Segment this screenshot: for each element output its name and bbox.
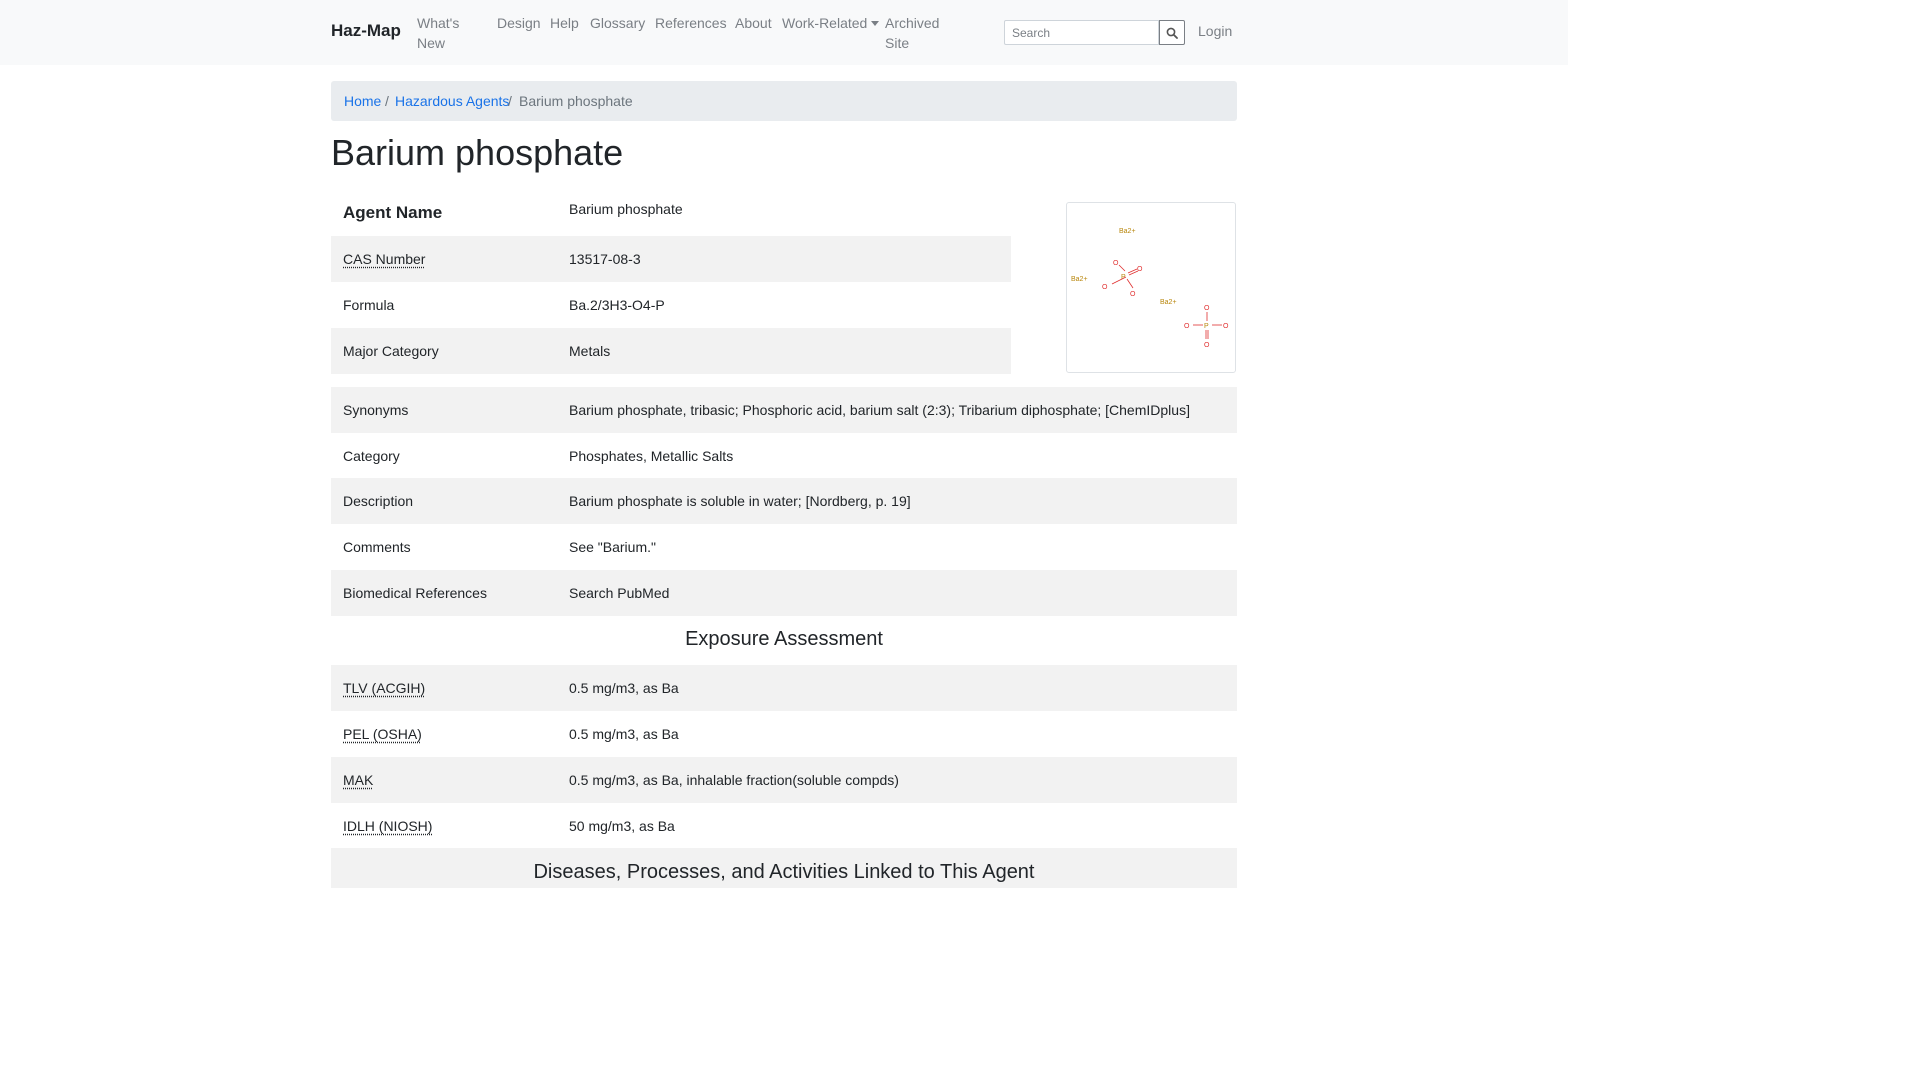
caret-down-icon: [871, 21, 880, 26]
structure-atom: O: [1137, 266, 1143, 273]
synonyms-value: Barium phosphate, tribasic; Phosphoric a…: [569, 402, 1190, 418]
breadcrumb-home[interactable]: Home: [344, 93, 381, 109]
login-link[interactable]: Login: [1198, 23, 1232, 39]
structure-atom: Ba2+: [1119, 228, 1136, 235]
structure-atom: O: [1204, 342, 1210, 349]
description-label: Description: [343, 493, 414, 509]
breadcrumb: Home / Hazardous Agents / Barium phospha…: [331, 81, 1237, 121]
nav-work-related-dropdown[interactable]: Work-Related: [782, 13, 880, 33]
nav-whats-new[interactable]: What's New: [417, 13, 477, 53]
biomedical-references-row: Biomedical References Search PubMed: [331, 570, 1237, 616]
nav-archived-site[interactable]: Archived Site: [885, 13, 945, 53]
cas-number-row: CAS Number 13517-08-3: [331, 236, 1011, 282]
structure-atom: P: [1204, 323, 1209, 330]
structure-atom: O: [1204, 305, 1210, 312]
structure-atom: O: [1130, 291, 1136, 298]
cas-number-label: CAS Number: [343, 251, 426, 267]
category-value: Phosphates, Metallic Salts: [569, 448, 734, 464]
mak-row: MAK 0.5 mg/m3, as Ba, inhalable fraction…: [331, 757, 1237, 803]
synonyms-label: Synonyms: [343, 402, 409, 418]
nav-about[interactable]: About: [735, 13, 772, 33]
search-input[interactable]: [1004, 20, 1159, 45]
navbar: Haz-Map What's New Design Help Glossary …: [0, 0, 1568, 65]
search-icon: [1166, 27, 1178, 39]
tlv-label: TLV (ACGIH): [343, 680, 426, 696]
comments-value: See "Barium.": [569, 539, 656, 555]
category-row: Category Phosphates, Metallic Salts: [331, 433, 1237, 479]
biomedical-references-label: Biomedical References: [343, 585, 487, 601]
structure-atom: O: [1113, 260, 1119, 267]
formula-row: Formula Ba.2/3H3-O4-P: [331, 282, 1011, 328]
nav-help[interactable]: Help: [550, 13, 579, 33]
nav-work-related-label: Work-Related: [782, 15, 868, 31]
nav-glossary[interactable]: Glossary: [590, 13, 645, 33]
nav-references[interactable]: References: [655, 13, 727, 33]
formula-value: Ba.2/3H3-O4-P: [569, 297, 665, 313]
structure-atom: O: [1102, 284, 1108, 291]
description-value: Barium phosphate is soluble in water; [N…: [569, 493, 911, 509]
chemical-structure-image: Ba2+ Ba2+ Ba2+ P O O O O P O O O O: [1066, 202, 1236, 373]
mak-value: 0.5 mg/m3, as Ba, inhalable fraction(sol…: [569, 772, 899, 788]
breadcrumb-separator: /: [385, 93, 389, 109]
breadcrumb-separator: /: [508, 93, 512, 109]
structure-atom: O: [1184, 323, 1190, 330]
exposure-assessment-heading: Exposure Assessment: [685, 628, 883, 650]
pel-value: 0.5 mg/m3, as Ba: [569, 726, 679, 742]
agent-name-value: Barium phosphate: [569, 201, 683, 217]
tlv-row: TLV (ACGIH) 0.5 mg/m3, as Ba: [331, 665, 1237, 711]
comments-label: Comments: [343, 539, 411, 555]
description-row: Description Barium phosphate is soluble …: [331, 478, 1237, 524]
cas-number-value: 13517-08-3: [569, 251, 641, 267]
search-pubmed-link[interactable]: Search PubMed: [569, 585, 669, 601]
page-title: Barium phosphate: [331, 132, 624, 173]
pel-label: PEL (OSHA): [343, 726, 422, 742]
category-label: Category: [343, 448, 400, 464]
comments-row: Comments See "Barium.": [331, 524, 1237, 570]
mak-label: MAK: [343, 772, 374, 788]
major-category-value: Metals: [569, 343, 611, 359]
major-category-label: Major Category: [343, 343, 439, 359]
structure-atom: P: [1121, 274, 1126, 281]
idlh-row: IDLH (NIOSH) 50 mg/m3, as Ba: [331, 803, 1237, 849]
diseases-heading: Diseases, Processes, and Activities Link…: [533, 861, 1035, 883]
breadcrumb-hazardous-agents[interactable]: Hazardous Agents: [395, 93, 509, 109]
pel-row: PEL (OSHA) 0.5 mg/m3, as Ba: [331, 711, 1237, 757]
nav-design[interactable]: Design: [497, 13, 541, 33]
synonyms-row: Synonyms Barium phosphate, tribasic; Pho…: [331, 387, 1237, 433]
tlv-value: 0.5 mg/m3, as Ba: [569, 680, 679, 696]
major-category-row: Major Category Metals: [331, 328, 1011, 374]
formula-label: Formula: [343, 297, 395, 313]
idlh-value: 50 mg/m3, as Ba: [569, 818, 675, 834]
agent-name-label: Agent Name: [343, 203, 443, 222]
breadcrumb-current: Barium phosphate: [519, 93, 633, 109]
structure-atom: Ba2+: [1071, 276, 1088, 283]
structure-atom: O: [1223, 323, 1229, 330]
barium-phosphate-structure: Ba2+ Ba2+ Ba2+ P O O O O P O O O O: [1071, 228, 1229, 349]
search-button[interactable]: [1159, 20, 1185, 45]
brand-logo[interactable]: Haz-Map: [331, 21, 401, 41]
structure-atom: Ba2+: [1160, 299, 1177, 306]
idlh-label: IDLH (NIOSH): [343, 818, 433, 834]
